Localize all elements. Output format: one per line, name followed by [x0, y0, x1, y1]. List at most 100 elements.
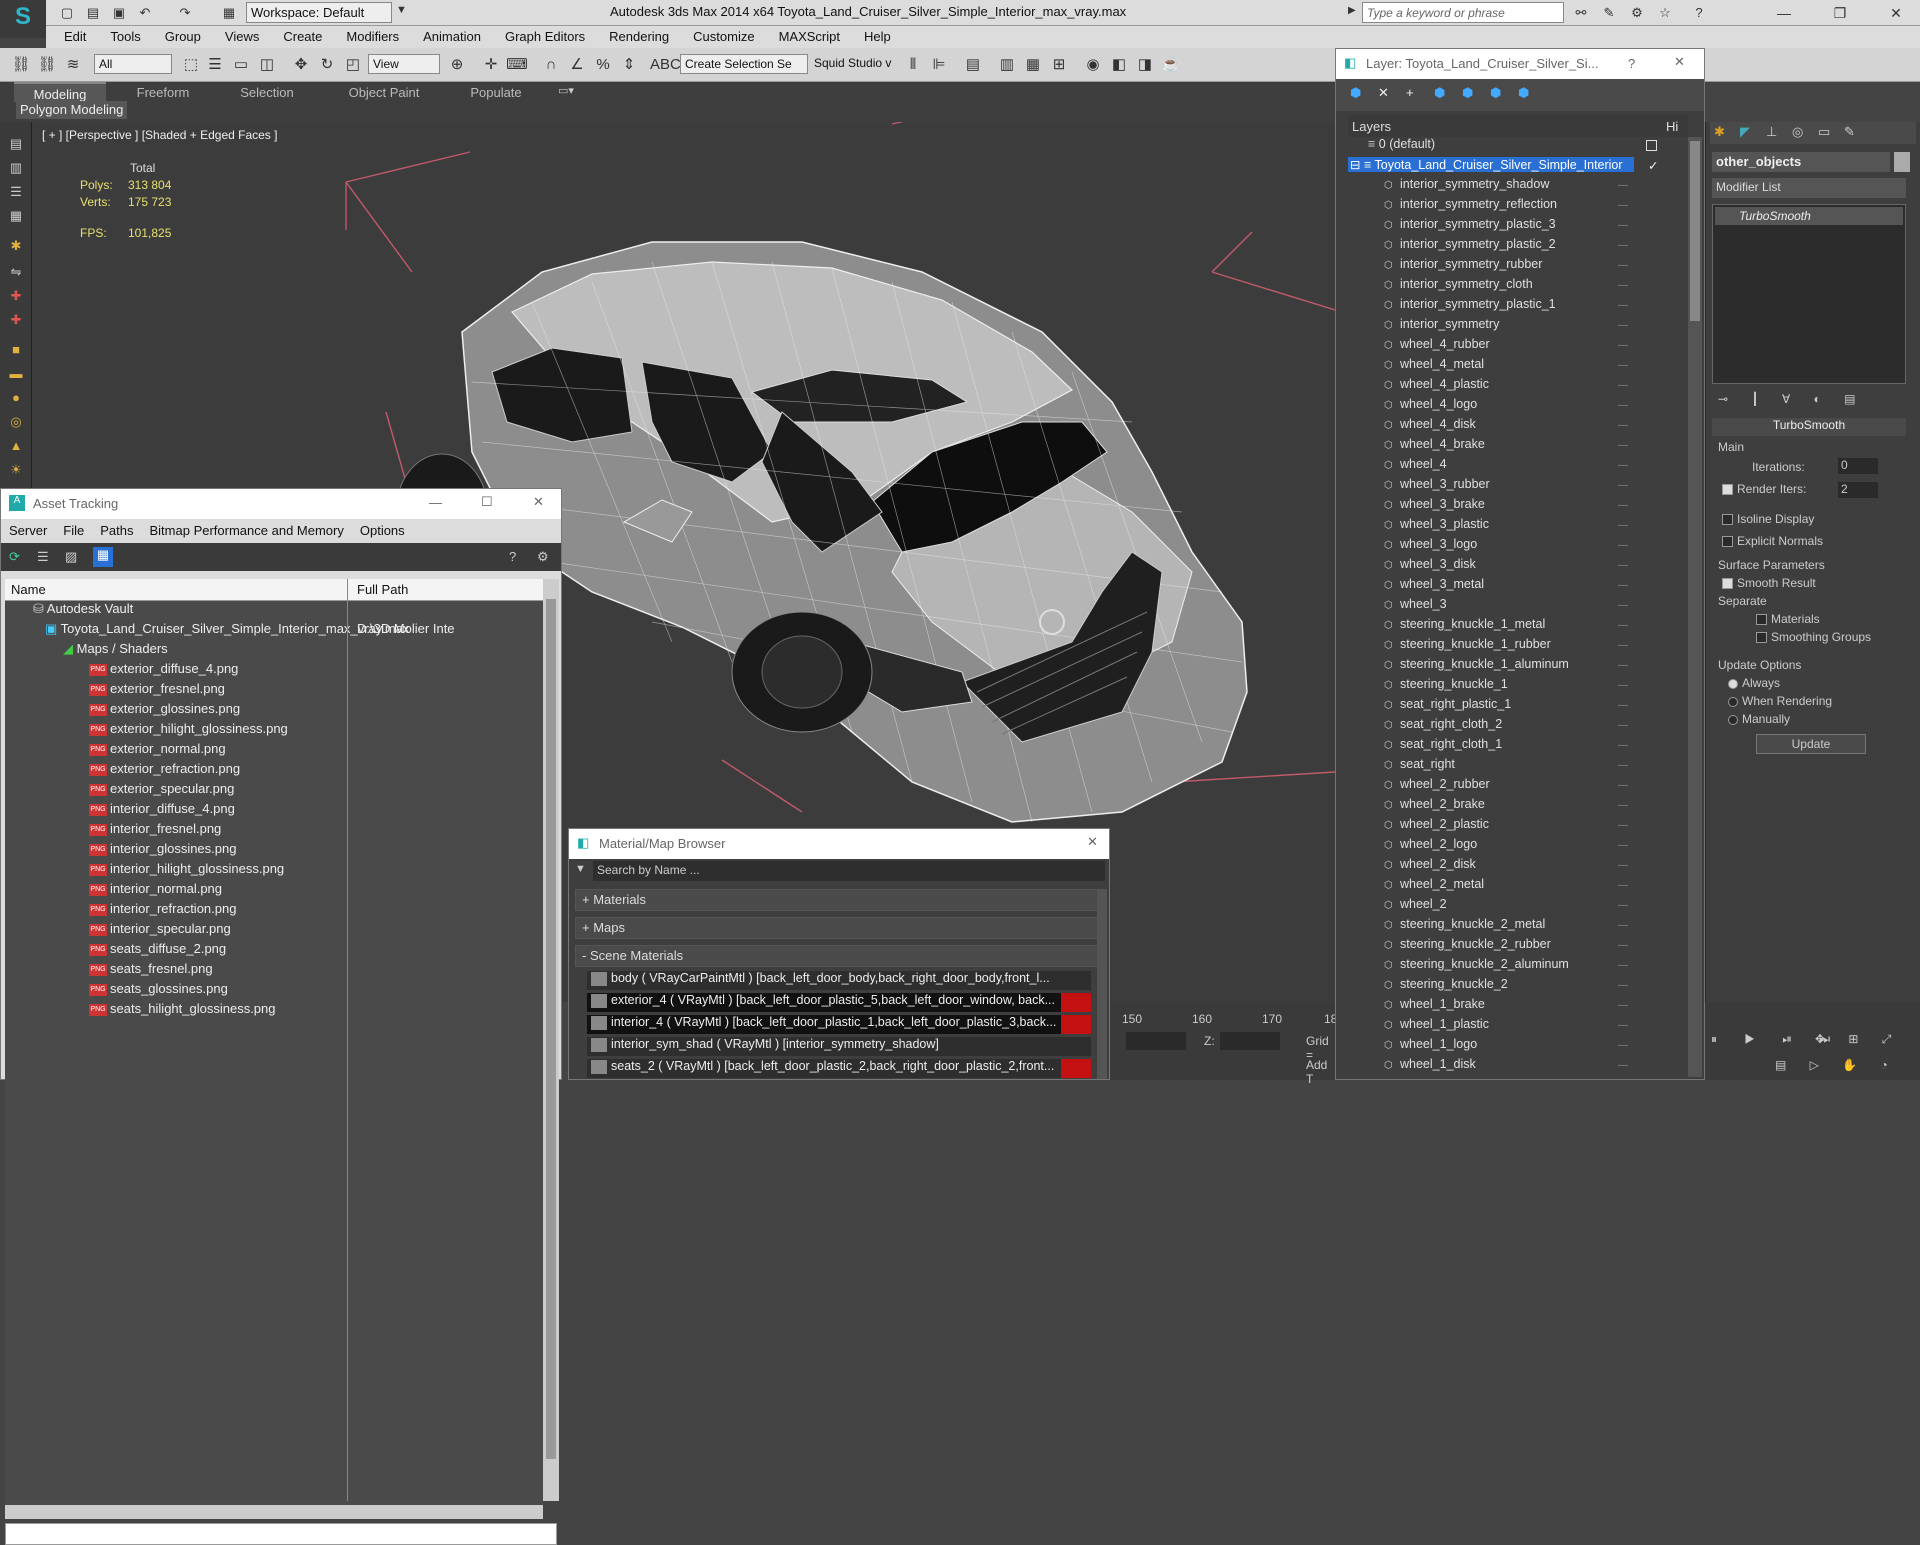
helper-icon[interactable]: ✚: [6, 312, 26, 330]
layer-object-row[interactable]: ⬡ wheel_4_brake —: [1348, 437, 1688, 457]
hide-toggle[interactable]: —: [1618, 600, 1628, 611]
hide-toggle[interactable]: —: [1618, 400, 1628, 411]
layer-object-row[interactable]: ⬡ wheel_3_brake —: [1348, 497, 1688, 517]
menu-options[interactable]: Options: [352, 519, 413, 542]
column-full-path[interactable]: Full Path: [357, 582, 408, 597]
table-row[interactable]: PNG exterior_diffuse_4.png: [5, 661, 543, 681]
refresh-icon[interactable]: ⟳: [9, 549, 20, 565]
tools-icon[interactable]: ✎: [1600, 4, 1618, 22]
hide-toggle[interactable]: —: [1618, 220, 1628, 231]
align-icon[interactable]: ⊫: [928, 54, 950, 76]
binoculars-icon[interactable]: ⚯: [1572, 4, 1590, 22]
ribbon-options-icon[interactable]: ▭▾: [558, 84, 574, 97]
scale-icon[interactable]: ◰: [342, 54, 364, 76]
layer-object-row[interactable]: ⬡ wheel_2_rubber —: [1348, 777, 1688, 797]
table-row[interactable]: PNG exterior_specular.png: [5, 781, 543, 801]
create-tab-icon[interactable]: ✱: [1714, 124, 1725, 140]
edit-named-selection-icon[interactable]: ABC: [650, 54, 681, 76]
close-icon[interactable]: ✕: [1087, 834, 1098, 850]
percent-snap-icon[interactable]: %: [592, 54, 614, 76]
connect-icon[interactable]: ⚙: [1628, 4, 1646, 22]
hide-toggle[interactable]: —: [1618, 560, 1628, 571]
layer-object-row[interactable]: ⬡ wheel_2—: [1348, 897, 1688, 917]
table-row[interactable]: PNG seats_diffuse_2.png: [5, 941, 543, 961]
app-logo-icon[interactable]: S: [0, 0, 46, 38]
table-row[interactable]: PNG exterior_hilight_glossiness.png: [5, 721, 543, 741]
hide-toggle[interactable]: —: [1618, 260, 1628, 271]
menu-rendering[interactable]: Rendering: [597, 26, 681, 44]
close-icon[interactable]: ✕: [533, 494, 544, 510]
layer-object-row[interactable]: ⬡ seat_right —: [1348, 757, 1688, 777]
hide-toggle[interactable]: —: [1618, 440, 1628, 451]
column-hide[interactable]: Hi: [1666, 119, 1678, 134]
layer-object-row[interactable]: ⬡ wheel_3_metal —: [1348, 577, 1688, 597]
help-icon[interactable]: ?: [1628, 56, 1635, 71]
layer-object-row[interactable]: ⬡ wheel_1_logo —: [1348, 1037, 1688, 1057]
thumbnail-view-icon[interactable]: ▨: [65, 549, 77, 565]
menu-group[interactable]: Group: [153, 26, 213, 44]
layer-row-default[interactable]: ≡ 0 (default): [1348, 137, 1688, 157]
table-row[interactable]: PNG interior_specular.png: [5, 921, 543, 941]
tab-modeling[interactable]: Modeling: [14, 82, 106, 102]
window-crossing-icon[interactable]: ◫: [256, 54, 278, 76]
hide-toggle[interactable]: —: [1618, 740, 1628, 751]
table-row[interactable]: PNG seats_fresnel.png: [5, 961, 543, 981]
modify-tab-icon[interactable]: ◤: [1740, 124, 1750, 140]
layer-object-row[interactable]: ⬡ steering_knuckle_2_metal —: [1348, 917, 1688, 937]
hide-toggle[interactable]: —: [1618, 680, 1628, 691]
help-icon[interactable]: ?: [1690, 4, 1708, 22]
layer-object-row[interactable]: ⬡ steering_knuckle_1_aluminum —: [1348, 657, 1688, 677]
hide-toggle[interactable]: —: [1618, 300, 1628, 311]
tab-populate[interactable]: Populate: [450, 82, 542, 102]
explicit-normals-checkbox[interactable]: [1722, 536, 1733, 548]
squid-studio-label[interactable]: Squid Studio v: [814, 56, 891, 70]
save-icon[interactable]: ▣: [110, 4, 128, 22]
smooth-result-checkbox[interactable]: [1722, 578, 1733, 590]
pivot-center-icon[interactable]: ⊕: [446, 54, 468, 76]
tab-object-paint[interactable]: Object Paint: [334, 82, 434, 102]
modifier-stack-item[interactable]: TurboSmooth: [1715, 207, 1903, 225]
hide-toggle[interactable]: —: [1618, 720, 1628, 731]
timeline-ruler[interactable]: 150 160 170 18: [1110, 1002, 1337, 1030]
move-icon[interactable]: ✥: [290, 54, 312, 76]
manually-radio[interactable]: [1728, 714, 1738, 725]
asset-tracking-titlebar[interactable]: A Asset Tracking — ☐ ✕: [1, 489, 561, 519]
stack-tools[interactable]: ⊸ ┃ ∀ ◐ ▤: [1718, 392, 1908, 406]
undo-icon[interactable]: ↶: [136, 4, 154, 22]
hide-all-icon[interactable]: ⬢: [1490, 85, 1501, 101]
hide-toggle[interactable]: —: [1618, 900, 1628, 911]
add-to-layer-icon[interactable]: +: [1406, 85, 1414, 100]
layer-object-row[interactable]: ⬡ interior_symmetry_cloth —: [1348, 277, 1688, 297]
render-setup-icon[interactable]: ◧: [1108, 54, 1130, 76]
hide-toggle[interactable]: —: [1618, 620, 1628, 631]
maps-section[interactable]: + Maps: [575, 917, 1101, 939]
layer-object-row[interactable]: ⬡ interior_symmetry_plastic_1—: [1348, 297, 1688, 317]
keyboard-shortcut-icon[interactable]: ⌨: [506, 54, 528, 76]
menu-tools[interactable]: Tools: [98, 26, 152, 44]
list-item[interactable]: ▣ Toyota_Land_Cruiser_Silver_Simple_Inte…: [5, 621, 543, 641]
table-row[interactable]: PNG interior_diffuse_4.png: [5, 801, 543, 821]
layer-object-row[interactable]: ⬡ seat_right_cloth_2—: [1348, 717, 1688, 737]
hide-toggle[interactable]: —: [1618, 860, 1628, 871]
expand-search-icon[interactable]: ▶: [1348, 5, 1356, 16]
table-row[interactable]: PNG exterior_fresnel.png: [5, 681, 543, 701]
vertical-scrollbar[interactable]: [543, 579, 559, 1501]
layer-object-row[interactable]: ⬡ wheel_3_rubber —: [1348, 477, 1688, 497]
turbosmooth-rollout-header[interactable]: TurboSmooth: [1712, 418, 1906, 436]
create-layer-icon[interactable]: ⬢: [1350, 85, 1361, 101]
scene-explorer-icon[interactable]: ▤: [6, 136, 26, 154]
menu-bitmap-performance[interactable]: Bitmap Performance and Memory: [142, 519, 352, 542]
utilities-tab-icon[interactable]: ✎: [1844, 124, 1855, 140]
object-name-field[interactable]: other_objects: [1712, 152, 1890, 172]
object-color-swatch[interactable]: [1894, 152, 1910, 172]
table-row[interactable]: PNG seats_glossines.png: [5, 981, 543, 1001]
minimize-icon[interactable]: —: [1764, 2, 1804, 24]
active-layer-check-icon[interactable]: ✓: [1648, 158, 1658, 173]
table-view-icon[interactable]: ▦: [93, 547, 113, 567]
layer-object-row[interactable]: ⬡ interior_symmetry_reflection —: [1348, 197, 1688, 217]
geometry-box-icon[interactable]: ■: [6, 342, 26, 360]
layer-object-row[interactable]: ⬡ wheel_4_metal —: [1348, 357, 1688, 377]
hide-toggle[interactable]: —: [1618, 940, 1628, 951]
view-nav-buttons[interactable]: ▤ ▷ ✋ ◔: [1775, 1058, 1898, 1072]
chevron-down-icon[interactable]: ▼: [575, 863, 589, 879]
